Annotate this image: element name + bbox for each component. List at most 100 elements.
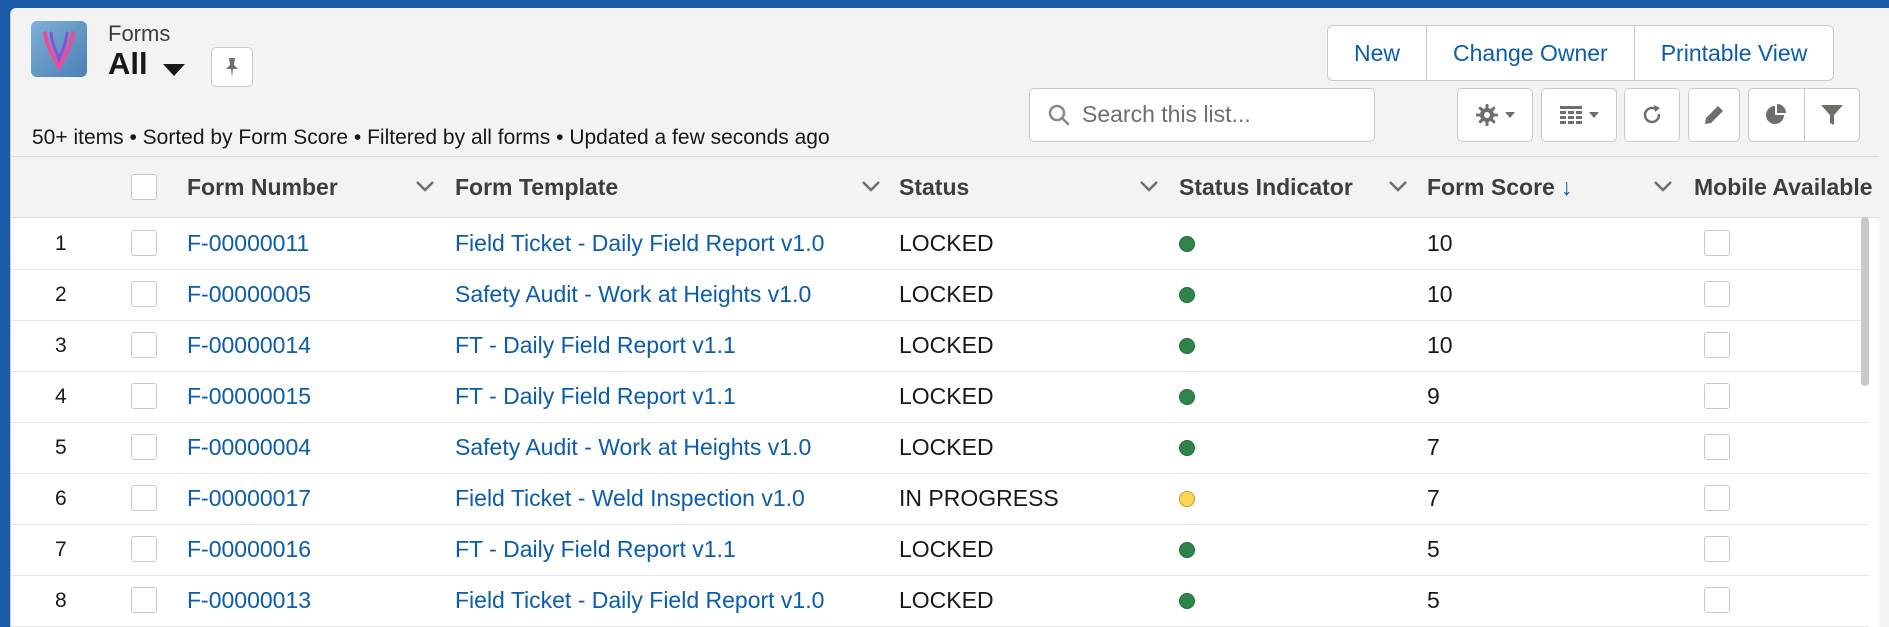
form-template-link[interactable]: FT - Daily Field Report v1.1 bbox=[455, 320, 736, 371]
row-select-checkbox[interactable] bbox=[131, 281, 157, 307]
status-dot-icon bbox=[1179, 592, 1195, 609]
row-select-checkbox[interactable] bbox=[131, 383, 157, 409]
change-owner-button[interactable]: Change Owner bbox=[1426, 26, 1634, 80]
column-header-status[interactable]: Status bbox=[899, 157, 969, 217]
chevron-down-icon[interactable] bbox=[861, 179, 881, 193]
status-value: LOCKED bbox=[899, 434, 994, 460]
column-header-form-score[interactable]: Form Score ↓ bbox=[1427, 157, 1572, 217]
search-input[interactable] bbox=[1082, 89, 1362, 139]
status-value: LOCKED bbox=[899, 536, 994, 562]
edit-list-button[interactable] bbox=[1688, 88, 1740, 142]
sort-descending-icon: ↓ bbox=[1560, 173, 1573, 200]
form-template-link[interactable]: Field Ticket - Weld Inspection v1.0 bbox=[455, 473, 805, 524]
refresh-button[interactable] bbox=[1624, 88, 1680, 142]
status-value: IN PROGRESS bbox=[899, 485, 1059, 511]
form-number-link[interactable]: F-00000013 bbox=[187, 575, 311, 626]
object-label: Forms bbox=[108, 21, 171, 46]
table-row: 3 F-00000014 FT - Daily Field Report v1.1 L… bbox=[11, 320, 1869, 372]
form-template-link[interactable]: FT - Daily Field Report v1.1 bbox=[455, 524, 736, 575]
filters-button[interactable] bbox=[1803, 89, 1860, 141]
chevron-down-icon[interactable] bbox=[415, 179, 435, 193]
row-number: 4 bbox=[55, 384, 67, 408]
row-number: 5 bbox=[55, 435, 67, 459]
form-score-value: 7 bbox=[1427, 434, 1440, 460]
list-view-panel: Forms All 50+ items • Sorted by Form Sco… bbox=[10, 8, 1889, 627]
column-header-label: Form Template bbox=[455, 173, 619, 200]
form-number-link[interactable]: F-00000015 bbox=[187, 371, 311, 422]
new-button[interactable]: New bbox=[1328, 26, 1426, 80]
form-template-link[interactable]: FT - Daily Field Report v1.1 bbox=[455, 371, 736, 422]
table-header-row: Form Number Form Template Status Status … bbox=[11, 157, 1879, 218]
row-number: 3 bbox=[55, 333, 67, 357]
row-select-checkbox[interactable] bbox=[131, 485, 157, 511]
row-select-checkbox[interactable] bbox=[131, 587, 157, 613]
list-settings-button[interactable] bbox=[1457, 88, 1533, 142]
mobile-available-checkbox bbox=[1704, 332, 1730, 358]
status-indicator bbox=[1179, 269, 1195, 320]
status-indicator bbox=[1179, 422, 1195, 473]
table-row: 4 F-00000015 FT - Daily Field Report v1.1 L… bbox=[11, 371, 1869, 423]
form-template-link[interactable]: Field Ticket - Daily Field Report v1.0 bbox=[455, 575, 824, 626]
row-number: 6 bbox=[55, 486, 67, 510]
form-score-value: 7 bbox=[1427, 485, 1440, 511]
table-row: 5 F-00000004 Safety Audit - Work at Height… bbox=[11, 422, 1869, 474]
status-value: LOCKED bbox=[899, 383, 994, 409]
vertical-scrollbar[interactable] bbox=[1861, 217, 1869, 386]
status-dot-icon bbox=[1179, 439, 1195, 456]
row-select-checkbox[interactable] bbox=[131, 332, 157, 358]
column-header-label: Form Score bbox=[1427, 173, 1555, 200]
chevron-down-icon bbox=[1505, 112, 1515, 118]
form-number-link[interactable]: F-00000005 bbox=[187, 269, 311, 320]
column-header-label: Status Indicator bbox=[1179, 173, 1353, 200]
gear-icon bbox=[1476, 104, 1498, 126]
pencil-icon bbox=[1705, 106, 1723, 124]
row-select-checkbox[interactable] bbox=[131, 230, 157, 256]
row-select-checkbox[interactable] bbox=[131, 434, 157, 460]
form-number-link[interactable]: F-00000016 bbox=[187, 524, 311, 575]
status-indicator bbox=[1179, 575, 1195, 626]
column-header-label: Mobile Available bbox=[1694, 173, 1873, 200]
status-indicator bbox=[1179, 218, 1195, 269]
form-template-link[interactable]: Safety Audit - Work at Heights v1.0 bbox=[455, 269, 811, 320]
forms-data-table: Form Number Form Template Status Status … bbox=[11, 156, 1879, 627]
form-number-link[interactable]: F-00000004 bbox=[187, 422, 311, 473]
chevron-down-icon[interactable] bbox=[1388, 179, 1408, 193]
show-charts-button[interactable] bbox=[1749, 89, 1804, 141]
refresh-icon bbox=[1643, 105, 1661, 124]
pie-chart-icon bbox=[1766, 104, 1787, 124]
status-dot-icon bbox=[1179, 490, 1195, 507]
mobile-available-checkbox bbox=[1704, 587, 1730, 613]
form-score-value: 5 bbox=[1427, 587, 1440, 613]
list-view-title[interactable]: All bbox=[108, 46, 148, 82]
display-as-button[interactable] bbox=[1541, 88, 1617, 142]
row-number: 7 bbox=[55, 537, 67, 561]
app-logo-icon bbox=[31, 21, 87, 77]
column-header-form-template[interactable]: Form Template bbox=[455, 157, 618, 217]
form-template-link[interactable]: Safety Audit - Work at Heights v1.0 bbox=[455, 422, 811, 473]
form-template-link[interactable]: Field Ticket - Daily Field Report v1.0 bbox=[455, 218, 824, 269]
column-header-mobile-available[interactable]: Mobile Available bbox=[1694, 157, 1873, 217]
row-select-checkbox[interactable] bbox=[131, 536, 157, 562]
chevron-down-icon[interactable] bbox=[1139, 179, 1159, 193]
status-value: LOCKED bbox=[899, 587, 994, 613]
status-dot-icon bbox=[1179, 235, 1195, 252]
form-number-link[interactable]: F-00000014 bbox=[187, 320, 311, 371]
chevron-down-icon bbox=[1589, 112, 1599, 118]
form-number-link[interactable]: F-00000017 bbox=[187, 473, 311, 524]
pin-list-view-button[interactable] bbox=[211, 47, 253, 87]
mobile-available-checkbox bbox=[1704, 434, 1730, 460]
status-value: LOCKED bbox=[899, 332, 994, 358]
table-row: 7 F-00000016 FT - Daily Field Report v1.1 L… bbox=[11, 524, 1869, 576]
column-header-form-number[interactable]: Form Number bbox=[187, 157, 338, 217]
list-info-line: 50+ items • Sorted by Form Score • Filte… bbox=[32, 126, 830, 149]
printable-view-button[interactable]: Printable View bbox=[1633, 26, 1834, 80]
status-dot-icon bbox=[1179, 388, 1195, 405]
chevron-down-icon[interactable] bbox=[1653, 179, 1673, 193]
select-all-checkbox[interactable] bbox=[131, 174, 157, 200]
form-number-link[interactable]: F-00000011 bbox=[187, 218, 309, 269]
column-header-status-indicator[interactable]: Status Indicator bbox=[1179, 157, 1353, 217]
table-icon bbox=[1560, 106, 1582, 124]
row-number: 1 bbox=[55, 231, 67, 255]
list-view-switcher-chevron-down-icon[interactable] bbox=[163, 64, 185, 76]
form-score-value: 10 bbox=[1427, 230, 1453, 256]
